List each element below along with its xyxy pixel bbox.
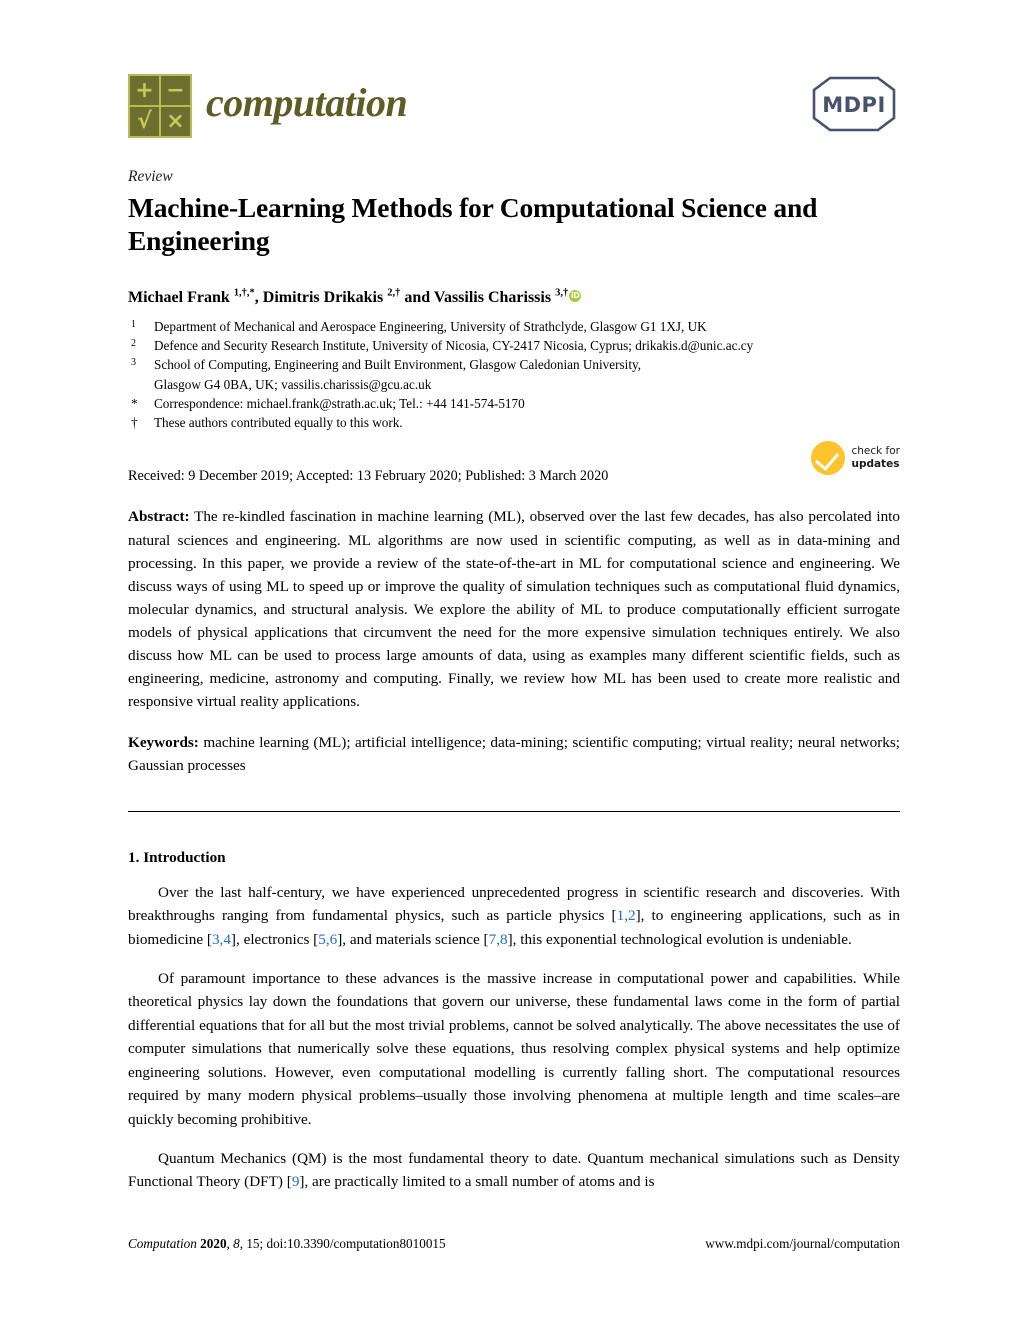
footer-citation: Computation 2020, 8, 15; doi:10.3390/com… xyxy=(128,1236,446,1251)
footer-year: 2020 xyxy=(200,1236,227,1251)
plus-icon: + xyxy=(130,76,159,105)
publication-dates-row: Received: 9 December 2019; Accepted: 13 … xyxy=(128,441,900,489)
keywords-label: Keywords: xyxy=(128,734,199,752)
crossmark-badge[interactable]: check for updates xyxy=(811,441,900,476)
check-icon xyxy=(811,441,846,476)
footer-journal: Computation xyxy=(128,1236,197,1251)
affiliation-mark: 3 xyxy=(131,357,136,369)
footer-volume: 8 xyxy=(233,1236,240,1251)
affiliation-text: Department of Mechanical and Aerospace E… xyxy=(154,318,707,334)
svg-text:MDPI: MDPI xyxy=(822,93,886,117)
affiliation-mark: * xyxy=(131,395,138,411)
article-header: Review Machine-Learning Methods for Comp… xyxy=(128,168,900,1209)
journal-name: computation xyxy=(206,80,408,125)
page-title: Machine-Learning Methods for Computation… xyxy=(128,191,818,257)
mdpi-logo-icon: MDPI xyxy=(812,76,896,132)
citation-link[interactable]: 5,6 xyxy=(318,931,337,948)
abstract-text: The re-kindled fascination in machine le… xyxy=(128,508,900,711)
paper-page: + − √ × computation MDPI Review Machine-… xyxy=(0,0,1020,1320)
crossmark-line2: updates xyxy=(851,458,900,471)
mdpi-logo[interactable]: MDPI xyxy=(808,72,900,136)
section-heading-introduction: 1. Introduction xyxy=(128,849,226,867)
body-text: ], are practically limited to a small nu… xyxy=(299,1173,655,1191)
crossmark-label: check for updates xyxy=(851,445,900,471)
header-divider xyxy=(128,811,900,813)
article-type: Review xyxy=(128,168,173,185)
computation-logo-icon: + − √ × xyxy=(128,74,192,138)
affiliation-mark: 2 xyxy=(131,338,136,350)
masthead: + − √ × computation MDPI xyxy=(128,72,900,144)
affiliation-item: * Correspondence: michael.frank@strath.a… xyxy=(128,394,900,413)
authors-line: Michael Frank 1,†,*, Dimitris Drikakis 2… xyxy=(128,287,569,307)
sqrt-icon: √ xyxy=(130,107,159,136)
citation-link[interactable]: 1,2 xyxy=(617,907,636,924)
affiliation-mark: 1 xyxy=(131,318,136,330)
author-list: Michael Frank 1,†,*, Dimitris Drikakis 2… xyxy=(128,287,900,309)
body-paragraph-2: Of paramount importance to these advance… xyxy=(128,969,900,1129)
body-text: ], and materials science [ xyxy=(337,930,489,948)
keywords: Keywords: machine learning (ML); artific… xyxy=(128,731,900,777)
affiliation-item: 1 Department of Mechanical and Aerospace… xyxy=(128,317,900,336)
footer-article-no: 15 xyxy=(246,1236,260,1251)
body-text: ], electronics [ xyxy=(230,930,319,948)
publication-dates: Received: 9 December 2019; Accepted: 13 … xyxy=(128,468,609,485)
affiliation-item: † These authors contributed equally to t… xyxy=(128,413,900,432)
crossmark-line1: check for xyxy=(851,445,900,458)
affiliation-list: 1 Department of Mechanical and Aerospace… xyxy=(128,317,900,433)
body-text: ], this exponential technological evolut… xyxy=(507,930,852,948)
correspondence-text: Correspondence: michael.frank@strath.ac.… xyxy=(154,395,525,411)
orcid-icon[interactable]: iD xyxy=(569,290,582,303)
page-footer: Computation 2020, 8, 15; doi:10.3390/com… xyxy=(128,1236,900,1252)
body-paragraph-3: Quantum Mechanics (QM) is the most funda… xyxy=(128,1147,900,1194)
abstract: Abstract: The re-kindled fascination in … xyxy=(128,505,900,713)
footer-doi: doi:10.3390/computation8010015 xyxy=(266,1236,446,1251)
affiliation-item: 2 Defence and Security Research Institut… xyxy=(128,336,900,355)
citation-link[interactable]: 3,4 xyxy=(212,931,231,948)
multiply-icon: × xyxy=(161,107,190,136)
keywords-text: machine learning (ML); artificial intell… xyxy=(128,734,900,775)
footer-url[interactable]: www.mdpi.com/journal/computation xyxy=(705,1236,900,1252)
affiliation-item: 3 School of Computing, Engineering and B… xyxy=(128,355,900,374)
equal-contribution-note: These authors contributed equally to thi… xyxy=(154,415,403,431)
affiliation-text-continued: Glasgow G4 0BA, UK; vassilis.charissis@g… xyxy=(154,376,432,392)
affiliation-text: Defence and Security Research Institute,… xyxy=(154,338,754,354)
affiliation-mark: † xyxy=(131,415,138,431)
citation-link[interactable]: 7,8 xyxy=(489,931,508,948)
minus-icon: − xyxy=(161,76,190,105)
affiliation-text: School of Computing, Engineering and Bui… xyxy=(154,357,642,373)
journal-logo[interactable]: + − √ × computation xyxy=(128,74,408,138)
abstract-label: Abstract: xyxy=(128,508,190,526)
body-paragraph-1: Over the last half-century, we have expe… xyxy=(128,881,900,952)
